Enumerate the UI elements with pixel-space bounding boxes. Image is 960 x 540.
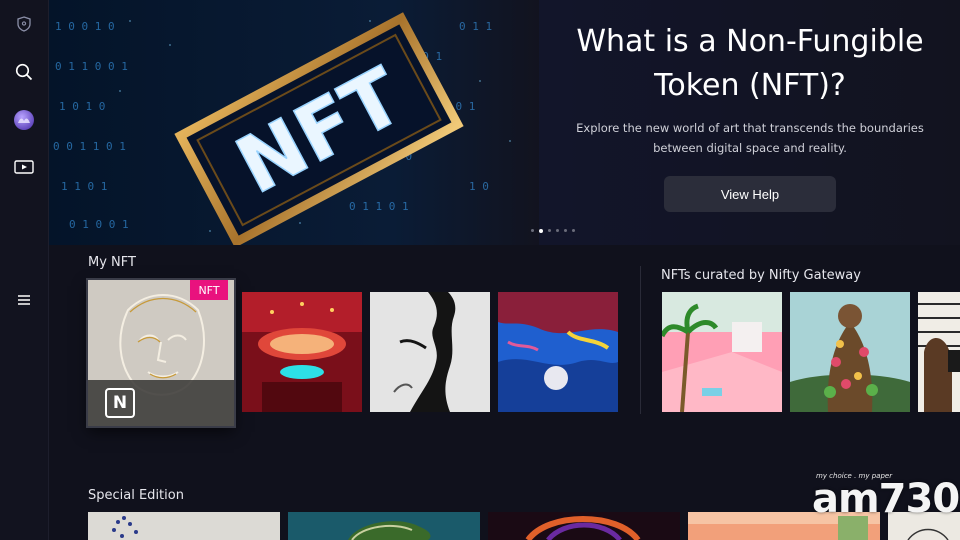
carousel-dot[interactable] <box>556 229 559 232</box>
curated-tile-2[interactable] <box>790 292 910 412</box>
my-nft-featured-tile[interactable]: NFT N <box>88 280 234 426</box>
carousel-dot[interactable] <box>531 229 534 232</box>
svg-text:0 1 0 0 1: 0 1 0 0 1 <box>69 218 129 231</box>
red-room-artwork-image <box>242 292 362 412</box>
special-tile-2[interactable] <box>288 512 480 540</box>
hero-title: What is a Non-Fungible Token (NFT)? <box>576 24 924 103</box>
menu-icon[interactable] <box>12 288 36 312</box>
svg-text:1 0 0 1 0: 1 0 0 1 0 <box>55 20 115 33</box>
svg-text:0 0 1 1 0 1: 0 0 1 1 0 1 <box>53 140 126 153</box>
carousel-dot[interactable] <box>548 229 551 232</box>
palm-beach-artwork-image <box>662 292 782 412</box>
sidebar <box>0 0 49 540</box>
watermark-logo-text: am730 <box>812 476 960 522</box>
island-aerial-artwork-image <box>288 512 480 540</box>
blue-abstract-artwork-image <box>498 292 618 412</box>
my-nft-tile-4[interactable] <box>498 292 618 412</box>
profile-avatar-icon[interactable] <box>12 108 36 132</box>
tunnel-artwork-image <box>488 512 680 540</box>
curated-tile-1[interactable] <box>662 292 782 412</box>
branch-artwork-image <box>88 512 280 540</box>
nft-badge: NFT <box>190 280 228 300</box>
search-icon[interactable] <box>12 60 36 84</box>
svg-text:0 1 1: 0 1 1 <box>459 20 492 33</box>
section-divider <box>640 266 641 414</box>
hero-subtitle: Explore the new world of art that transc… <box>576 121 924 155</box>
svg-text:1 1 0 1: 1 1 0 1 <box>61 180 107 193</box>
my-nft-tile-3[interactable] <box>370 292 490 412</box>
carousel-dot[interactable] <box>572 229 575 232</box>
curated-title: NFTs curated by Nifty Gateway <box>661 268 861 283</box>
shield-icon[interactable] <box>12 12 36 36</box>
striped-artwork-image <box>918 292 960 412</box>
dancer-artwork-image <box>370 292 490 412</box>
special-tile-1[interactable] <box>88 512 280 540</box>
view-help-button[interactable]: View Help <box>664 176 836 212</box>
svg-text:0 1 1 0 1: 0 1 1 0 1 <box>349 200 409 213</box>
special-tile-3[interactable] <box>488 512 680 540</box>
nft-logo-icon: N <box>105 388 135 418</box>
carousel-dot-active[interactable] <box>539 228 543 233</box>
am730-watermark: my choice . my paper am730 <box>812 468 960 528</box>
svg-text:1 0 1 0: 1 0 1 0 <box>59 100 105 113</box>
svg-text:0 1 1 0 0 1: 0 1 1 0 0 1 <box>55 60 128 73</box>
hero-nft-image: 1 0 0 1 0 0 1 1 0 0 1 1 0 1 0 0 0 1 1 0 1 1… <box>49 0 539 245</box>
carousel-indicator[interactable] <box>531 228 575 233</box>
curated-tile-3[interactable] <box>918 292 960 412</box>
my-nft-tile-2[interactable] <box>242 292 362 412</box>
carousel-dot[interactable] <box>564 229 567 232</box>
floral-figure-artwork-image <box>790 292 910 412</box>
media-play-icon[interactable] <box>12 155 36 179</box>
svg-text:1 0: 1 0 <box>469 180 489 193</box>
my-nft-title: My NFT <box>88 255 136 270</box>
special-edition-title: Special Edition <box>88 488 184 503</box>
